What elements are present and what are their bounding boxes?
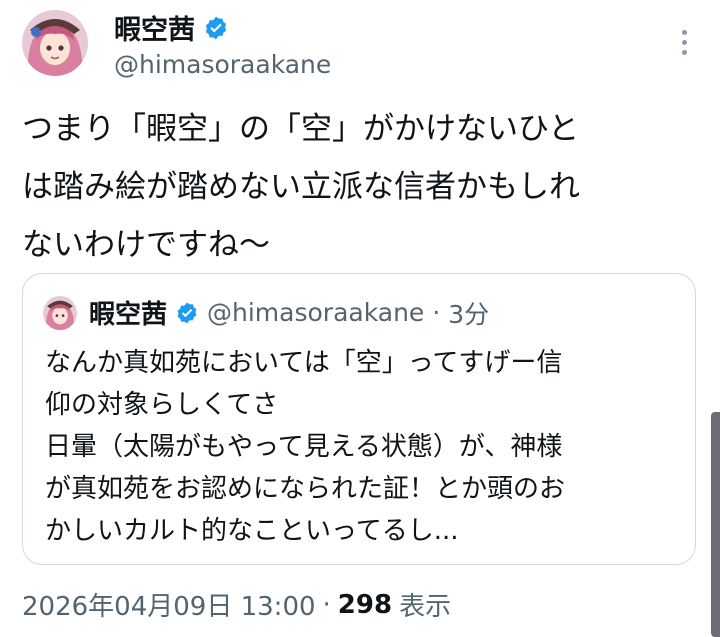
tweet-meta: 2026年04月09日 13:00 · 298 表示 [22,586,451,623]
quoted-time: 3分 [448,299,490,329]
author-name-row: 暇空茜 [114,8,229,47]
more-dot [681,39,687,45]
author-avatar[interactable] [22,10,88,76]
quoted-tweet-card[interactable]: 暇空茜 @himasoraakane · 3分 なんか真如苑においては「空」って… [22,273,696,565]
author-handle[interactable]: @himasoraakane [114,50,331,79]
separator-dot: · [432,298,441,327]
quoted-author-avatar [43,296,77,330]
more-options-icon[interactable] [672,22,696,62]
more-dot [681,49,687,55]
tweet-text: つまり「暇空」の「空」がかけないひと は踏み絵が踏めない立派な信者かもしれ ない… [22,111,580,263]
views-label: 表示 [399,592,452,622]
views-count: 298 [337,589,393,620]
verified-badge-icon [177,302,197,323]
quoted-tweet-header: 暇空茜 @himasoraakane · 3分 [89,294,489,331]
quoted-tweet-text: なんか真如苑においては「空」ってすげー信 仰の対象らしくてさ 日暈（太陽がもやっ… [45,348,566,546]
separator-dot: · [322,589,331,620]
quoted-handle: @himasoraakane [207,298,425,327]
verified-badge-icon [205,16,227,39]
author-display-name[interactable]: 暇空茜 [114,8,195,47]
more-dot [681,29,687,35]
tweet-timestamp[interactable]: 2026年04月09日 13:00 [22,586,316,623]
quoted-display-name: 暇空茜 [89,300,168,330]
scrollbar-thumb[interactable] [711,412,720,637]
